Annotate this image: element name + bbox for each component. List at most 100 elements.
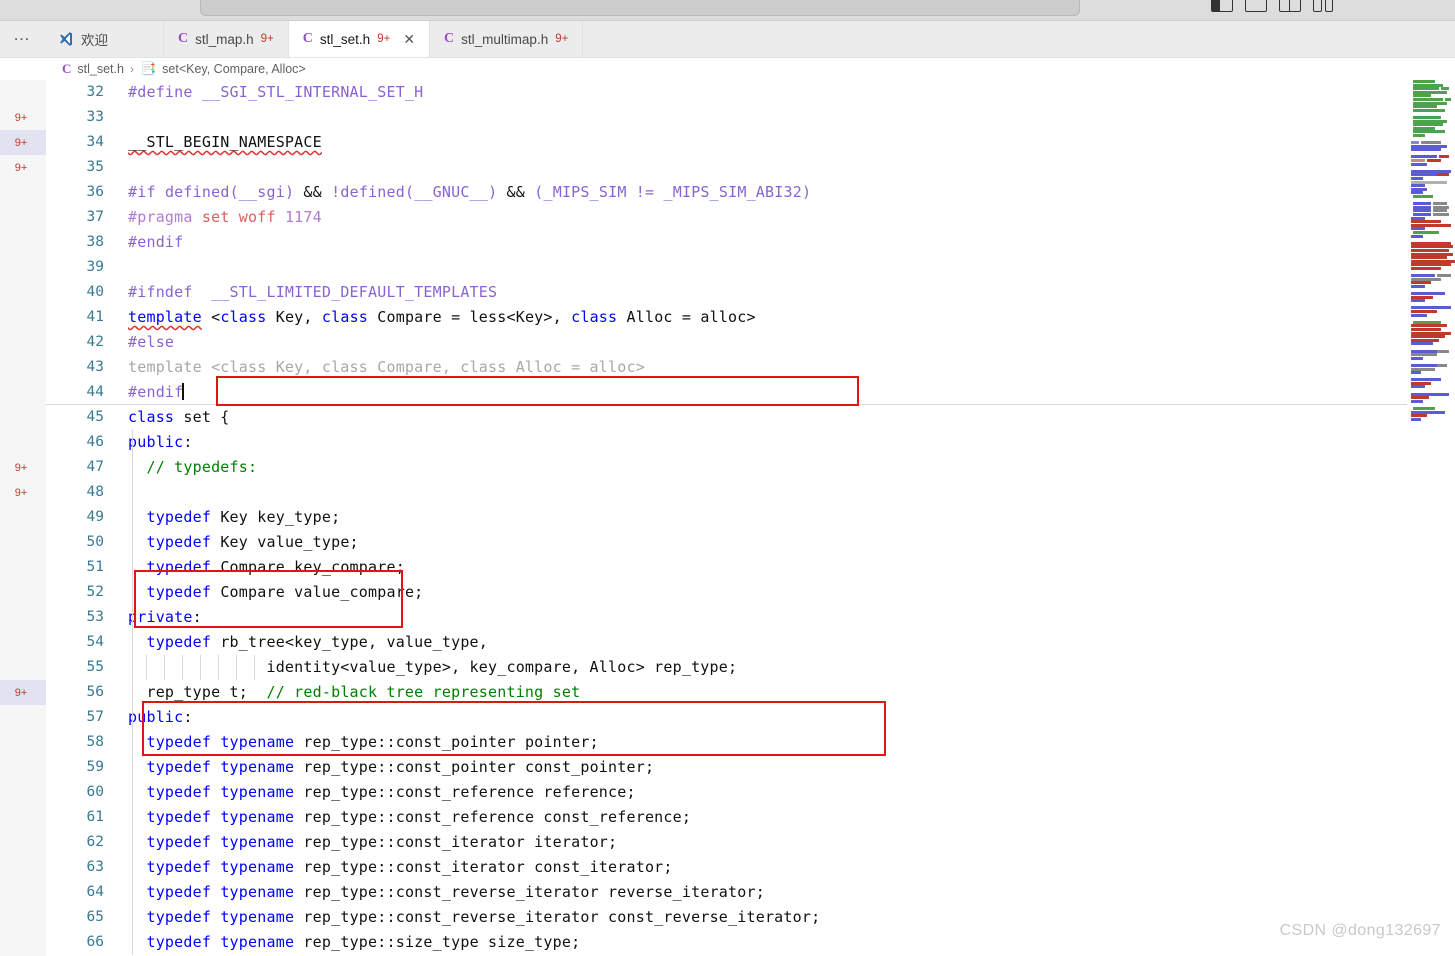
code-line[interactable]: 60 typedef typename rep_type::const_refe… xyxy=(46,780,1455,805)
code-minimap[interactable] xyxy=(1407,80,1455,526)
code-token: typedef xyxy=(146,908,212,926)
minimap-row xyxy=(1407,97,1455,101)
breadcrumb-symbol[interactable]: set<Key, Compare, Alloc> xyxy=(162,62,306,76)
minimap-token xyxy=(1411,191,1423,195)
codelens-reference-count[interactable]: 9+ xyxy=(0,680,46,705)
minimap-row xyxy=(1407,335,1455,339)
line-number: 48 xyxy=(86,484,104,500)
minimap-token xyxy=(1411,392,1449,396)
code-line[interactable]: 46 public: xyxy=(46,430,1455,455)
codelens-reference-count[interactable]: 9+ xyxy=(0,130,46,155)
minimap-row xyxy=(1407,256,1455,260)
code-line[interactable]: 34 __STL_BEGIN_NAMESPACE xyxy=(46,130,1455,155)
codelens-reference-count[interactable]: 9+ xyxy=(0,455,46,480)
minimap-row xyxy=(1407,108,1455,112)
breadcrumb-file[interactable]: stl_set.h xyxy=(77,62,124,76)
minimap-row xyxy=(1407,259,1455,263)
code-line[interactable]: 45 class set { xyxy=(46,405,1455,430)
code-text: typedef typename rep_type::const_referen… xyxy=(128,780,636,805)
code-line[interactable]: 43 template <class Key, class Compare, cl… xyxy=(46,355,1455,380)
code-editor[interactable]: 9+ 9+ 9+ 9+ 9+ 9+ 32 #define __SGI_STL_INTERNA… xyxy=(0,80,1455,956)
code-line[interactable]: 42 #else xyxy=(46,330,1455,355)
code-lines[interactable]: 32 #define __SGI_STL_INTERNAL_SET_H 33 34 __… xyxy=(46,80,1455,956)
code-line[interactable]: 52 typedef Compare value_compare; xyxy=(46,580,1455,605)
c-file-icon: C xyxy=(178,31,189,46)
code-line[interactable]: 55 identity<value_type>, key_compare, Al… xyxy=(46,655,1455,680)
code-line[interactable]: 36 #if defined(__sgi) && !defined(__GNUC_… xyxy=(46,180,1455,205)
minimap-row xyxy=(1407,356,1455,360)
minimap-token xyxy=(1421,141,1441,145)
minimap-token xyxy=(1413,212,1431,216)
minimap-row xyxy=(1407,101,1455,105)
code-line[interactable]: 50 typedef Key value_type; xyxy=(46,530,1455,555)
minimap-row xyxy=(1407,169,1455,173)
code-line[interactable]: 32 #define __SGI_STL_INTERNAL_SET_H xyxy=(46,80,1455,105)
codelens-reference-count[interactable]: 9+ xyxy=(0,155,46,180)
code-line[interactable]: 66 typedef typename rep_type::size_type … xyxy=(46,930,1455,955)
line-number: 44 xyxy=(86,384,104,400)
command-center-search[interactable] xyxy=(200,0,1080,16)
minimap-token xyxy=(1413,320,1441,324)
code-line[interactable]: 56 rep_type t; // red-black tree represe… xyxy=(46,680,1455,705)
code-token: set { xyxy=(174,408,230,426)
close-icon[interactable]: ✕ xyxy=(403,32,415,46)
code-line[interactable]: 40 #ifndef __STL_LIMITED_DEFAULT_TEMPLATE… xyxy=(46,280,1455,305)
minimap-token xyxy=(1441,87,1449,91)
code-line[interactable]: 39 xyxy=(46,255,1455,280)
code-line[interactable]: 63 typedef typename rep_type::const_iter… xyxy=(46,855,1455,880)
code-line[interactable]: 59 typedef typename rep_type::const_poin… xyxy=(46,755,1455,780)
minimap-token xyxy=(1411,274,1435,278)
breadcrumb-separator: › xyxy=(129,62,134,76)
code-line[interactable]: 47 // typedefs: xyxy=(46,455,1455,480)
code-token: identity<value_type>, key_compare, Alloc… xyxy=(128,658,738,676)
minimap-row xyxy=(1407,270,1455,273)
panel-split-layout-icon[interactable] xyxy=(1279,0,1301,12)
line-number: 58 xyxy=(86,734,104,750)
code-line[interactable]: 35 xyxy=(46,155,1455,180)
tabs-more-button[interactable]: … xyxy=(0,21,44,57)
code-line[interactable]: 53 private: xyxy=(46,605,1455,630)
code-token: rep_type::size_type size_type; xyxy=(294,933,581,951)
code-token: typedef xyxy=(146,558,212,576)
code-line[interactable]: 33 xyxy=(46,105,1455,130)
tab-welcome[interactable]: 欢迎 xyxy=(44,21,164,57)
code-token: defined xyxy=(164,183,230,201)
code-line[interactable]: 48 xyxy=(46,480,1455,505)
code-token: // red-black tree representing set xyxy=(266,683,581,701)
code-line[interactable]: 38 #endif xyxy=(46,230,1455,255)
code-token: typedef xyxy=(146,508,212,526)
code-line[interactable]: 57 public: xyxy=(46,705,1455,730)
no-panel-layout-icon[interactable] xyxy=(1245,0,1267,12)
code-line[interactable]: 54 typedef rb_tree<key_type, value_type, xyxy=(46,630,1455,655)
code-line[interactable]: 65 typedef typename rep_type::const_reve… xyxy=(46,905,1455,930)
code-line[interactable]: 51 typedef Compare key_compare; xyxy=(46,555,1455,580)
watermark: CSDN @dong132697 xyxy=(1279,922,1441,939)
tab-label: stl_set.h xyxy=(319,31,371,47)
minimap-row xyxy=(1407,284,1455,288)
tab-stl-multimap-h[interactable]: C stl_multimap.h 9+ xyxy=(430,21,584,57)
code-line[interactable]: 61 typedef typename rep_type::const_refe… xyxy=(46,805,1455,830)
tab-stl-set-h[interactable]: C stl_set.h 9+ ✕ xyxy=(288,21,431,57)
grid-layout-icon[interactable] xyxy=(1313,0,1333,12)
codelens-reference-count[interactable]: 9+ xyxy=(0,105,46,130)
code-token: typename xyxy=(220,758,295,776)
minimap-token xyxy=(1411,371,1421,375)
code-line[interactable]: 58 typedef typename rep_type::const_poin… xyxy=(46,730,1455,755)
code-line[interactable]: 62 typedef typename rep_type::const_iter… xyxy=(46,830,1455,855)
code-line[interactable]: 64 typedef typename rep_type::const_reve… xyxy=(46,880,1455,905)
line-number: 49 xyxy=(86,509,104,525)
minimap-token xyxy=(1411,159,1425,163)
codelens-reference-count[interactable]: 9+ xyxy=(0,480,46,505)
code-line[interactable]: 44 #endif xyxy=(46,380,1455,405)
code-line[interactable]: 49 typedef Key key_type; xyxy=(46,505,1455,530)
code-line[interactable]: 37 #pragma set woff 1174 xyxy=(46,205,1455,230)
code-line[interactable]: 41 template <class Key, class Compare = l… xyxy=(46,305,1455,330)
tab-stl-map-h[interactable]: C stl_map.h 9+ xyxy=(164,21,289,57)
minimap-token xyxy=(1413,87,1439,91)
sidebar-left-layout-icon[interactable] xyxy=(1211,0,1233,12)
minimap-token xyxy=(1413,133,1425,137)
code-token: typename xyxy=(220,733,295,751)
